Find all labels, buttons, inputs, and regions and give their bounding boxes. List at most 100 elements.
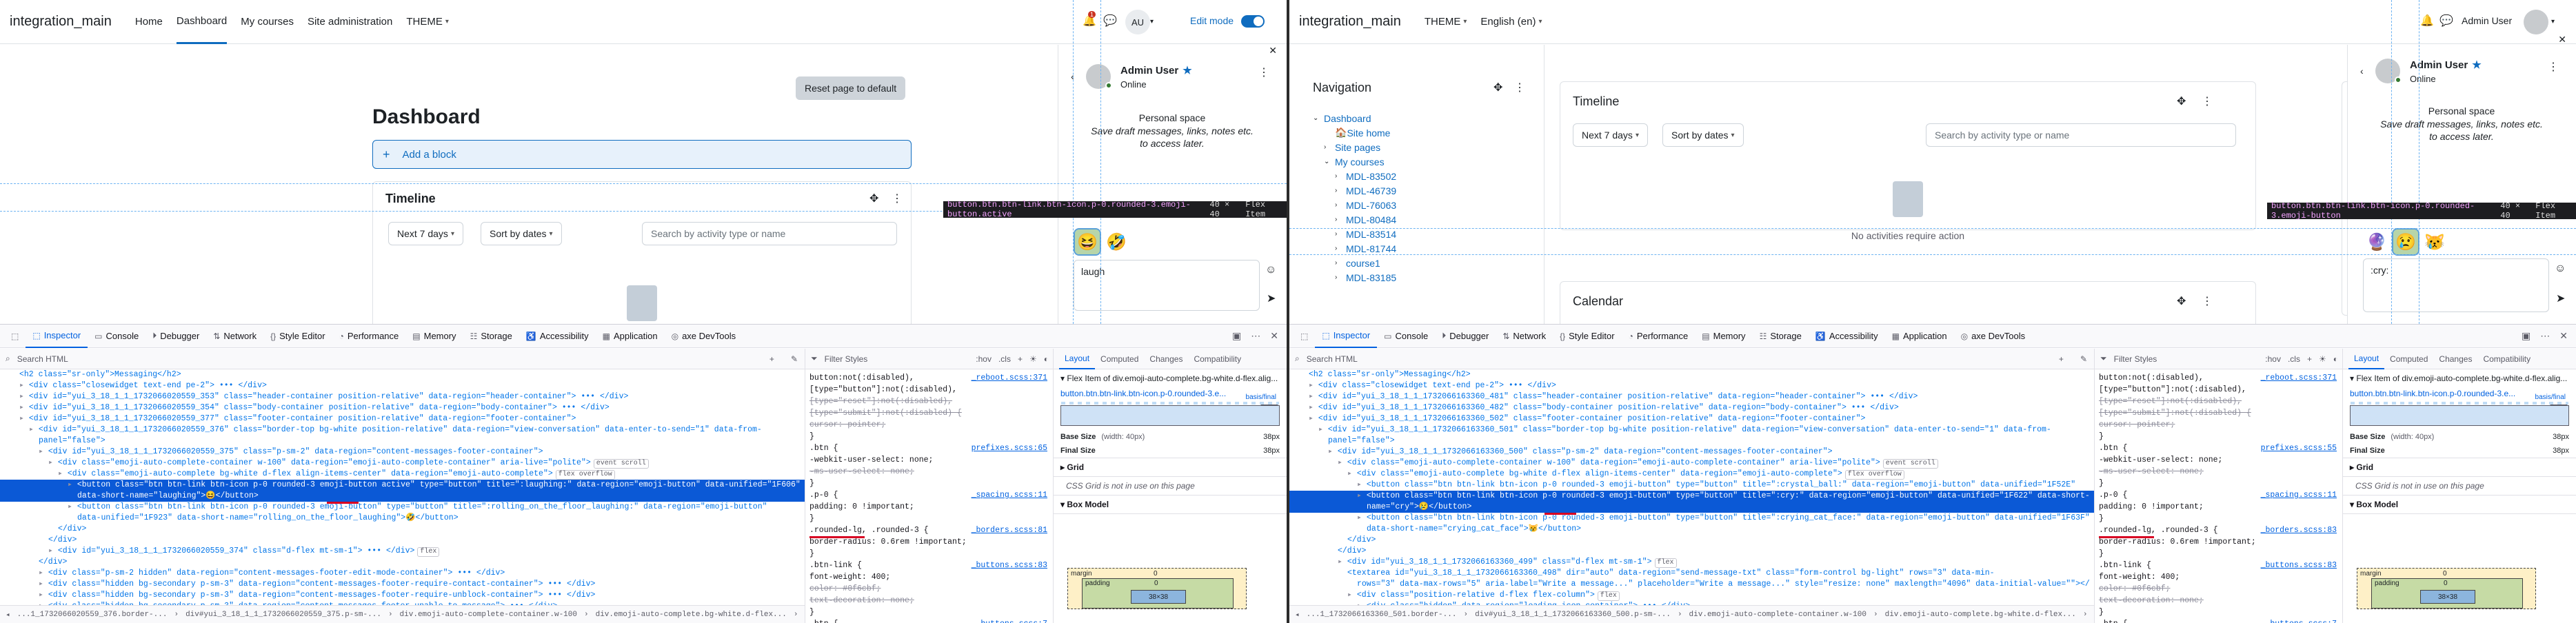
css-rule-line[interactable]: padding: 0 !important; <box>805 501 1053 513</box>
box-model-section-title[interactable]: ▾ Box Model <box>1054 496 1287 514</box>
css-rule-line[interactable]: } <box>805 606 1053 618</box>
markup-node[interactable]: ▸ <div class="closewidget text-end pe-2"… <box>0 380 805 391</box>
move-icon[interactable]: ✥ <box>2177 94 2186 108</box>
expand-toggle-icon[interactable]: ▸ <box>39 591 48 600</box>
css-source-link[interactable]: _buttons.scss:7 <box>976 618 1047 623</box>
css-rule-line[interactable]: .rounded-lg, .rounded-3 {_borders.scss:8… <box>2095 524 2342 536</box>
markup-node[interactable]: </div> <box>1289 535 2094 546</box>
css-source-link[interactable]: _buttons.scss:83 <box>2261 560 2337 571</box>
site-brand[interactable]: integration_main <box>10 14 112 30</box>
node-badge[interactable]: event scroll <box>1882 459 1938 469</box>
expand-toggle-icon[interactable]: ▸ <box>1318 425 1328 434</box>
css-rule-line[interactable]: .btn {prefixes.scss:65 <box>805 442 1053 454</box>
devtools-tab-accessibility[interactable]: ♿ Accessibility <box>519 325 596 348</box>
markup-node[interactable]: ▸ <div class="emoji-auto-complete-contai… <box>1289 458 2094 469</box>
node-badge[interactable]: flex overflow <box>555 470 615 480</box>
markup-node[interactable]: ▸ <div id="yui_3_18_1_1_1732066163360_49… <box>1289 557 2094 568</box>
markup-node[interactable]: ▸ <div id="yui_3_18_1_1_1732066020559_37… <box>0 546 805 557</box>
timeline-filter-days[interactable]: Next 7 days ▾ <box>388 222 463 245</box>
devtools-tab-application[interactable]: ▦ Application <box>596 325 665 348</box>
css-rule-line[interactable]: cursor: pointer; <box>805 419 1053 431</box>
css-rule-line[interactable]: .btn {prefixes.scss:55 <box>2095 442 2342 454</box>
css-rule-line[interactable]: text-decoration: none; <box>805 595 1053 606</box>
sun-icon[interactable]: ☀ <box>1029 354 1037 364</box>
devtools-tab-performance[interactable]: ◔ Performance <box>332 325 406 348</box>
css-rule-line[interactable]: } <box>2095 606 2342 618</box>
css-source-link[interactable]: _spacing.scss:11 <box>972 489 1047 501</box>
pick-element-icon[interactable]: ⬚ <box>1294 325 1315 348</box>
markup-node[interactable]: ▸ <div class="position-relative d-flex f… <box>1289 590 2094 601</box>
markup-node[interactable]: ▸ <div class="closewidget text-end pe-2"… <box>1289 380 2094 391</box>
close-icon[interactable]: ✕ <box>2558 34 2566 45</box>
markup-node[interactable]: panel="false"> <box>0 436 805 447</box>
devtools-tab-style-editor[interactable]: {} Style Editor <box>1553 325 1622 348</box>
kebab-menu-icon[interactable]: ⋮ <box>1258 65 1269 79</box>
markup-node[interactable]: ▸ <button class="btn btn-link btn-icon p… <box>1289 480 2094 491</box>
breadcrumb-node[interactable]: ...1_1732066020559_376.border-... <box>17 611 168 619</box>
markup-node[interactable]: ▸ <div class="hidden bg-secondary p-sm-3… <box>0 579 805 590</box>
menu-icon[interactable]: ⋯ <box>1251 330 1260 342</box>
markup-node[interactable]: ▸ <div id="yui_3_18_1_1_1732066020559_35… <box>0 391 805 402</box>
node-badge[interactable]: flex <box>1597 591 1620 601</box>
timeline-search-input[interactable]: Search by activity type or name <box>642 222 897 245</box>
layout-tab-layout[interactable]: Layout <box>2348 349 2385 369</box>
timeline-sort[interactable]: Sort by dates ▾ <box>1662 123 1744 147</box>
markup-node[interactable]: ▸ <div class="emoji-auto-complete bg-whi… <box>1289 469 2094 480</box>
node-badge[interactable]: event scroll <box>593 459 649 469</box>
breadcrumb-node[interactable]: div#yui_3_18_1_1_1732066020559_375.p-sm-… <box>185 611 381 619</box>
css-rule-line[interactable]: cursor: pointer; <box>2095 419 2342 431</box>
grid-section-title[interactable]: ▸ Grid <box>2343 458 2576 477</box>
markup-node[interactable]: ▸ <div id="yui_3_18_1_1_1732066020559_37… <box>0 425 805 436</box>
edit-mode-toggle[interactable] <box>1241 15 1265 28</box>
user-avatar[interactable]: AU <box>1125 10 1150 34</box>
breadcrumb-node[interactable]: div.emoji-auto-complete-container.w-100 <box>400 611 577 619</box>
expand-toggle-icon[interactable]: ▸ <box>48 547 58 555</box>
nav-dashboard[interactable]: Dashboard <box>176 0 228 44</box>
markup-node[interactable]: </div> <box>0 535 805 546</box>
devtools-tab-console[interactable]: ▭ Console <box>88 325 145 348</box>
scroll-left-icon[interactable]: ◂ <box>6 610 10 620</box>
markup-node[interactable]: ▸ <div id="yui_3_18_1_1_1732066163360_50… <box>1289 413 2094 425</box>
expand-toggle-icon[interactable]: ▸ <box>1347 591 1357 600</box>
css-rule-line[interactable]: [type="submit"]:not(:disabled) { <box>2095 407 2342 419</box>
css-rule-line[interactable]: button:not(:disabled), _reboot.scss:371 <box>2095 372 2342 384</box>
markup-node[interactable]: ▸ <div id="yui_3_18_1_1_1732066163360_48… <box>1289 402 2094 413</box>
hov-toggle[interactable]: :hov <box>2265 354 2281 364</box>
devtools-tab-inspector[interactable]: ⬚ Inspector <box>26 325 88 348</box>
kebab-menu-icon[interactable]: ⋮ <box>892 192 903 205</box>
menu-icon[interactable]: ⋯ <box>2540 330 2550 342</box>
node-badge[interactable]: flex <box>417 547 440 557</box>
user-avatar[interactable] <box>2524 10 2548 34</box>
css-source-link[interactable]: _buttons.scss:83 <box>972 560 1047 571</box>
nav-language[interactable]: English (en) ▾ <box>1480 0 1542 44</box>
add-node-icon[interactable]: + <box>769 354 774 364</box>
add-rule-icon[interactable]: + <box>1018 354 1023 364</box>
expand-toggle-icon[interactable]: ▸ <box>48 458 58 467</box>
emoji-picker-icon[interactable]: ☺ <box>1265 264 1276 276</box>
filter-styles-input[interactable]: Filter Styles <box>825 354 868 364</box>
markup-node[interactable]: ▸ <div id="yui_3_18_1_1_1732066020559_35… <box>0 402 805 413</box>
timeline-search-input[interactable]: Search by activity type or name <box>1926 123 2236 147</box>
css-rule-line[interactable]: -webkit-user-select: none; <box>805 454 1053 466</box>
nav-theme[interactable]: THEME ▾ <box>406 0 449 44</box>
css-rule-line[interactable]: .rounded-lg, .rounded-3 {_borders.scss:8… <box>805 524 1053 536</box>
nav-tree-item[interactable]: ⌄ Dashboard <box>1313 111 1533 125</box>
devtools-tab-axe-devtools[interactable]: ◎ axe DevTools <box>1954 325 2033 348</box>
markup-node[interactable]: </div> <box>0 557 805 568</box>
css-source-link[interactable]: _spacing.scss:11 <box>2261 489 2337 501</box>
breadcrumb-node[interactable]: div.emoji-auto-complete.bg-white.d-flex.… <box>1885 611 2076 619</box>
devtools-tab-accessibility[interactable]: ♿ Accessibility <box>1809 325 1885 348</box>
nav-home[interactable]: Home <box>135 0 163 44</box>
kebab-menu-icon[interactable]: ⋮ <box>2202 94 2213 108</box>
dock-icon[interactable]: ▣ <box>1232 330 1241 342</box>
expand-toggle-icon[interactable]: ▸ <box>68 502 77 511</box>
nav-tree-item[interactable]: ⌄ My courses <box>1313 154 1533 169</box>
nav-tree-item[interactable]: › MDL-83514 <box>1313 227 1533 241</box>
expand-toggle-icon[interactable]: ▸ <box>1357 491 1367 500</box>
markup-node[interactable]: ▸ <div id="yui_3_18_1_1_1732066163360_48… <box>1289 391 2094 402</box>
devtools-tab-network[interactable]: ⇅ Network <box>206 325 263 348</box>
bell-icon[interactable]: 🔔 <box>2420 14 2434 28</box>
css-rule-line[interactable]: } <box>2095 548 2342 560</box>
message-textarea[interactable]: laugh <box>1074 260 1260 311</box>
expand-toggle-icon[interactable]: ▸ <box>1338 558 1347 566</box>
